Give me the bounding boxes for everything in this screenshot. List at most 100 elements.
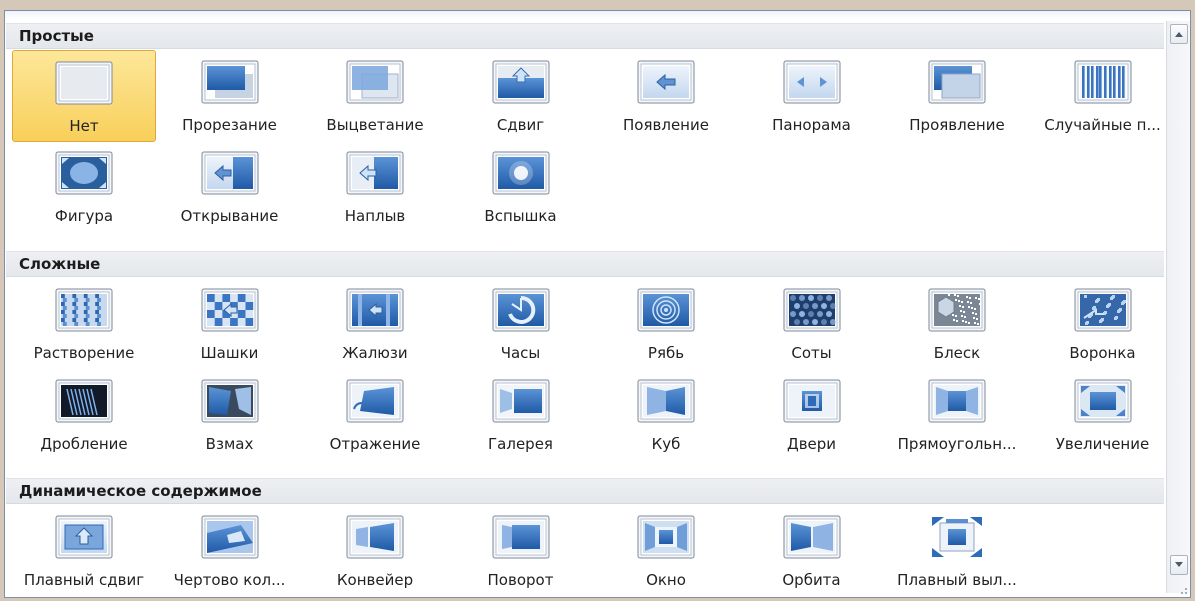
transition-item[interactable]: Орбита — [740, 505, 884, 597]
transition-label: Жалюзи — [342, 344, 408, 362]
transition-label: Галерея — [488, 435, 553, 453]
transition-item[interactable]: Панорама — [740, 50, 884, 142]
transition-label: Выцветание — [326, 116, 424, 134]
section-header: Сложные — [6, 251, 1164, 277]
transition-label: Прямоугольн... — [897, 435, 1017, 453]
transition-item[interactable]: Шашки — [158, 278, 302, 370]
transition-label: Проявление — [909, 116, 1005, 134]
transition-label: Отражение — [329, 435, 421, 453]
transition-label: Куб — [651, 435, 681, 453]
transition-label: Шашки — [200, 344, 259, 362]
resize-grip-icon[interactable] — [1178, 585, 1188, 595]
transition-item[interactable]: Прорезание — [158, 50, 302, 142]
cover-icon — [346, 151, 404, 195]
glitter-icon — [928, 288, 986, 332]
transition-item[interactable]: Растворение — [12, 278, 156, 370]
window-icon — [637, 515, 695, 559]
transition-label: Конвейер — [336, 571, 414, 589]
transition-item[interactable]: Жалюзи — [303, 278, 447, 370]
transition-label: Часы — [500, 344, 541, 362]
transition-label: Панорама — [772, 116, 851, 134]
transition-label: Появление — [623, 116, 709, 134]
transition-item[interactable]: Случайные п... — [1031, 50, 1175, 142]
shred-icon — [55, 379, 113, 423]
transition-label: Плавный выл... — [897, 571, 1017, 589]
flash-icon — [492, 151, 550, 195]
fly-through-icon — [928, 515, 986, 559]
reveal-icon — [928, 60, 986, 104]
transition-gallery: Простые Нет Прорезание Выцветание Сдвиг Появл… — [4, 10, 1191, 598]
conveyor-icon — [346, 515, 404, 559]
clock-icon — [492, 288, 550, 332]
transition-item[interactable]: Отражение — [303, 369, 447, 461]
transition-item[interactable]: Прямоугольн... — [885, 369, 1029, 461]
push-icon — [492, 60, 550, 104]
transition-label: Плавный сдвиг — [23, 571, 145, 589]
transition-item[interactable]: Двери — [740, 369, 884, 461]
transition-item[interactable]: Плавный выл... — [885, 505, 1029, 597]
transition-item[interactable]: Сдвиг — [449, 50, 593, 142]
blinds-icon — [346, 288, 404, 332]
checkerboard-icon — [201, 288, 259, 332]
transition-label: Случайные п... — [1044, 116, 1161, 134]
section-header: Динамическое содержимое — [6, 478, 1164, 504]
transition-label: Увеличение — [1055, 435, 1150, 453]
arrow-up-icon — [1175, 32, 1183, 37]
transition-label: Вспышка — [484, 207, 557, 225]
transition-item[interactable]: Окно — [594, 505, 738, 597]
transition-item[interactable]: Выцветание — [303, 50, 447, 142]
transition-item[interactable]: Нет — [12, 50, 156, 142]
transition-label: Воронка — [1069, 344, 1136, 362]
vertical-scrollbar[interactable] — [1166, 21, 1190, 593]
transition-item[interactable]: Куб — [594, 369, 738, 461]
transition-item[interactable]: Воронка — [1031, 278, 1175, 370]
arrow-down-icon — [1175, 562, 1183, 567]
transition-item[interactable]: Появление — [594, 50, 738, 142]
random-bars-icon — [1074, 60, 1132, 104]
transition-item[interactable]: Блеск — [885, 278, 1029, 370]
transition-label: Блеск — [933, 344, 981, 362]
transition-label: Взмах — [205, 435, 254, 453]
transition-label: Чертово кол... — [173, 571, 286, 589]
transition-item[interactable]: Соты — [740, 278, 884, 370]
transition-label: Открывание — [180, 207, 279, 225]
transition-item[interactable]: Вспышка — [449, 141, 593, 233]
transition-label: Орбита — [782, 571, 841, 589]
transition-label: Фигура — [54, 207, 114, 225]
transition-item[interactable]: Поворот — [449, 505, 593, 597]
switch-icon — [201, 379, 259, 423]
dissolve-icon — [55, 288, 113, 332]
transition-label: Двери — [786, 435, 837, 453]
transition-item[interactable]: Взмах — [158, 369, 302, 461]
box-icon — [928, 379, 986, 423]
transition-label: Соты — [791, 344, 832, 362]
transition-item[interactable]: Открывание — [158, 141, 302, 233]
transition-item[interactable]: Проявление — [885, 50, 1029, 142]
transition-item[interactable]: Часы — [449, 278, 593, 370]
rotate-icon — [492, 515, 550, 559]
zoom-icon — [1074, 379, 1132, 423]
transition-label: Поворот — [487, 571, 554, 589]
transition-item[interactable]: Чертово кол... — [158, 505, 302, 597]
section-header: Простые — [6, 23, 1164, 49]
vortex-icon — [1074, 288, 1132, 332]
transition-item[interactable]: Галерея — [449, 369, 593, 461]
orbit-icon — [783, 515, 841, 559]
transition-item[interactable]: Наплыв — [303, 141, 447, 233]
transition-label: Дробление — [40, 435, 128, 453]
ripple-icon — [637, 288, 695, 332]
pan-icon — [55, 515, 113, 559]
transition-label: Сдвиг — [496, 116, 545, 134]
split-icon — [783, 60, 841, 104]
transition-item[interactable]: Увеличение — [1031, 369, 1175, 461]
scroll-up-button[interactable] — [1170, 24, 1188, 44]
transition-item[interactable]: Плавный сдвиг — [12, 505, 156, 597]
uncover-icon — [201, 151, 259, 195]
transition-item[interactable]: Фигура — [12, 141, 156, 233]
transition-item[interactable]: Рябь — [594, 278, 738, 370]
scroll-down-button[interactable] — [1170, 555, 1188, 575]
gallery-scroll-area: Простые Нет Прорезание Выцветание Сдвиг Появл… — [5, 11, 1165, 597]
transition-label: Рябь — [647, 344, 685, 362]
transition-item[interactable]: Конвейер — [303, 505, 447, 597]
transition-item[interactable]: Дробление — [12, 369, 156, 461]
